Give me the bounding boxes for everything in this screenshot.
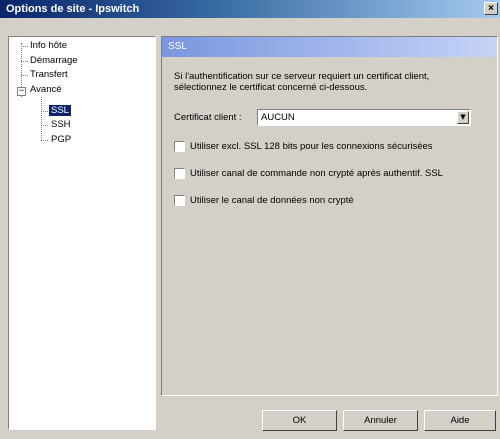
close-icon: ×: [488, 3, 494, 14]
tree-connector: [21, 61, 28, 62]
tree-item-avance[interactable]: Avancé: [30, 84, 62, 95]
tree-connector: [21, 75, 28, 76]
checkbox-label[interactable]: Utiliser le canal de données non crypté: [190, 195, 354, 206]
checkbox-box[interactable]: [174, 141, 185, 152]
tree-item-ssl[interactable]: SSL: [49, 105, 71, 116]
collapse-icon[interactable]: −: [17, 87, 26, 96]
tree-item-info-hote[interactable]: Info hôte: [30, 40, 67, 51]
certificate-label: Certificat client :: [174, 112, 242, 123]
info-text: Si l'authentification sur ce serveur req…: [174, 71, 430, 93]
checkbox-label[interactable]: Utiliser canal de commande non crypté ap…: [190, 168, 443, 179]
chevron-down-icon[interactable]: ▼: [457, 111, 469, 124]
checkbox-box[interactable]: [174, 168, 185, 179]
certificate-value: AUCUN: [261, 112, 295, 123]
help-button[interactable]: Aide: [424, 410, 496, 431]
title-bar[interactable]: Options de site - Ipswitch ×: [0, 0, 500, 18]
close-button[interactable]: ×: [484, 2, 498, 15]
tree-connector: [21, 46, 28, 47]
panel-title: SSL: [168, 41, 187, 52]
options-tree: Info hôte Démarrage Transfert − Avancé S…: [8, 36, 156, 430]
tree-connector: [41, 125, 48, 126]
ssl-panel: SSL Si l'authentification sur ce serveur…: [161, 36, 498, 396]
cancel-button[interactable]: Annuler: [343, 410, 418, 431]
tree-item-transfert[interactable]: Transfert: [30, 69, 68, 80]
tree-connector: [41, 111, 48, 112]
certificate-select[interactable]: AUCUN ▼: [257, 109, 471, 126]
tree-item-demarrage[interactable]: Démarrage: [30, 55, 78, 66]
panel-header: SSL: [162, 37, 497, 57]
checkbox-box[interactable]: [174, 195, 185, 206]
checkbox-label[interactable]: Utiliser excl. SSL 128 bits pour les con…: [190, 141, 433, 152]
ok-button[interactable]: OK: [262, 410, 337, 431]
tree-connector: [41, 97, 42, 140]
tree-item-ssh[interactable]: SSH: [51, 119, 71, 130]
tree-item-pgp[interactable]: PGP: [51, 134, 71, 145]
options-dialog: Options de site - Ipswitch × Info hôte D…: [0, 0, 500, 439]
tree-connector: [41, 140, 48, 141]
window-title: Options de site - Ipswitch: [6, 3, 140, 15]
